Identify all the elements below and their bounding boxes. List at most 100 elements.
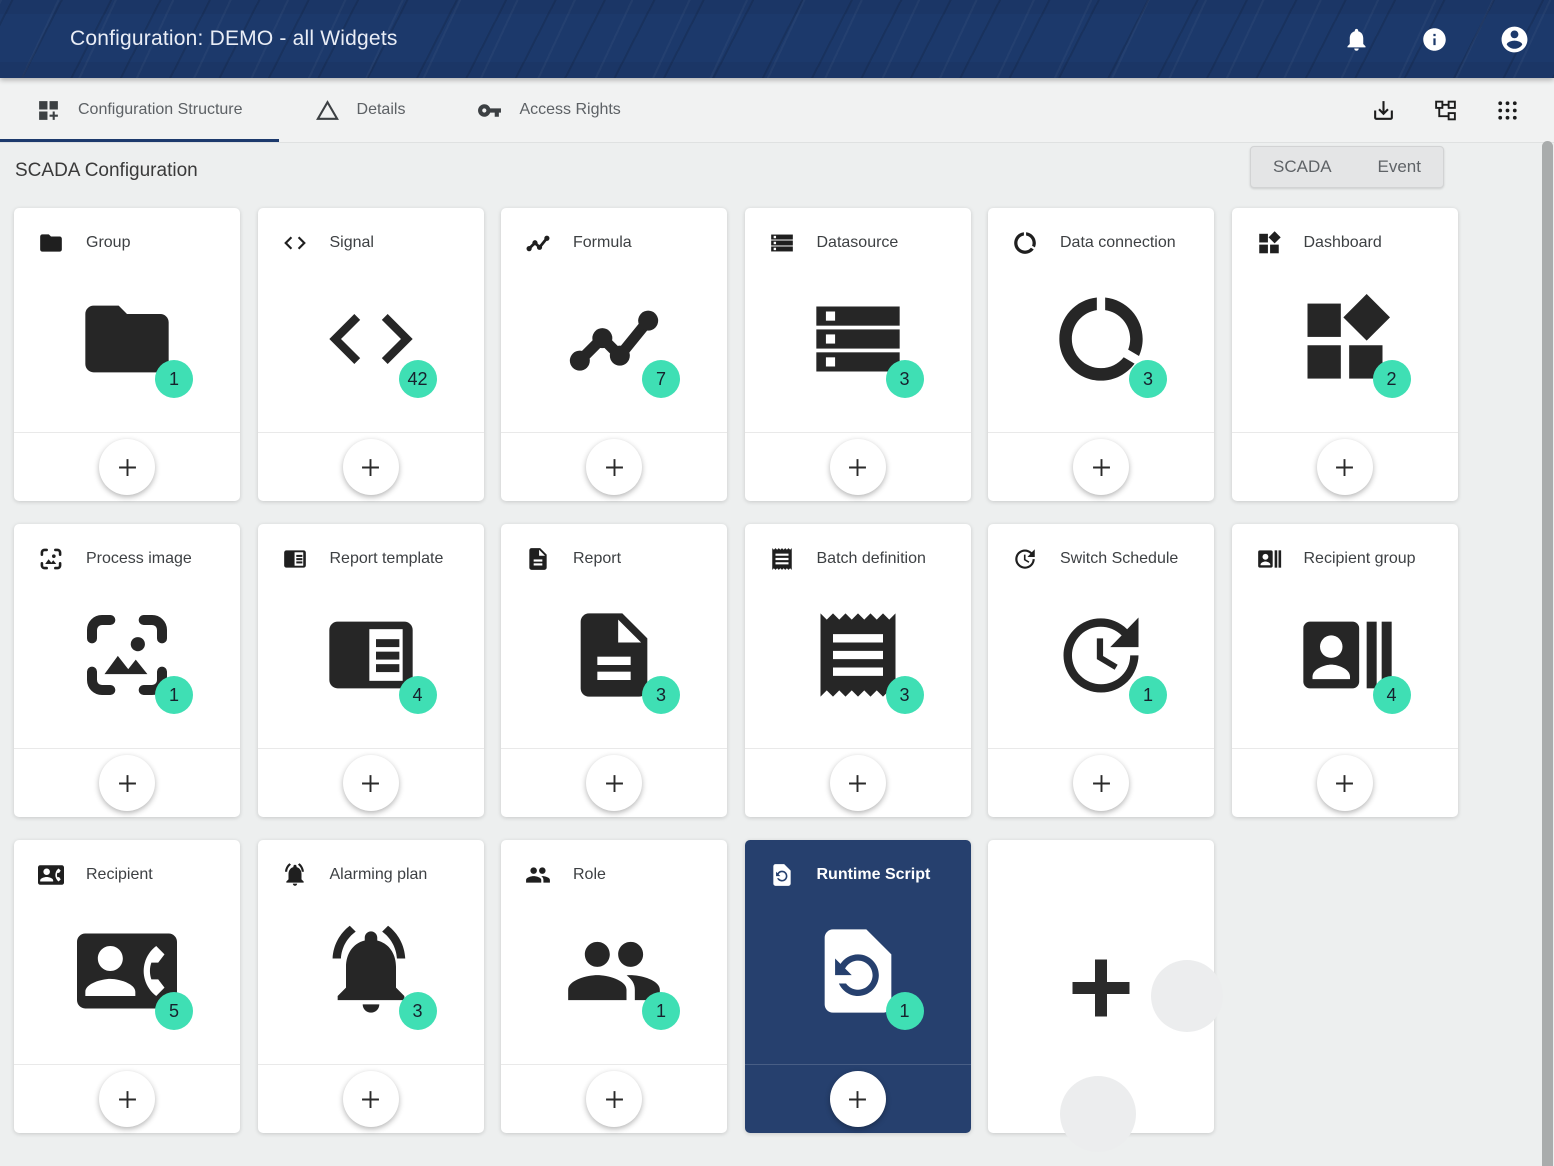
- card-group[interactable]: Group 1: [14, 208, 240, 501]
- scada-event-toggle[interactable]: SCADA Event: [1250, 146, 1444, 188]
- add-item-button[interactable]: [1317, 755, 1373, 811]
- add-item-button[interactable]: [1073, 439, 1129, 495]
- count-badge: 4: [1373, 676, 1411, 714]
- tab-configuration-structure[interactable]: Configuration Structure: [0, 78, 279, 142]
- card-recipient[interactable]: Recipient 5: [14, 840, 240, 1133]
- card-body: 7: [501, 208, 727, 433]
- count-badge: 7: [642, 360, 680, 398]
- count-badge: 3: [399, 992, 437, 1030]
- count-badge: 2: [1373, 360, 1411, 398]
- toggle-option-event[interactable]: Event: [1378, 157, 1421, 177]
- add-item-button[interactable]: [99, 755, 155, 811]
- section-title: SCADA Configuration: [15, 160, 198, 182]
- add-item-button[interactable]: [1317, 439, 1373, 495]
- sitemap-icon[interactable]: [1433, 98, 1458, 123]
- scada-configuration-app: Configuration: DEMO - all Widgets Config…: [0, 0, 1554, 1166]
- add-item-button[interactable]: [343, 755, 399, 811]
- card-footer: [258, 432, 484, 501]
- apps-grid-icon[interactable]: [1495, 98, 1520, 123]
- card-body: 3: [501, 524, 727, 749]
- card-body: 1: [14, 208, 240, 433]
- toggle-option-scada[interactable]: SCADA: [1273, 157, 1332, 177]
- count-badge: 3: [642, 676, 680, 714]
- count-badge: 1: [642, 992, 680, 1030]
- card-body: 42: [258, 208, 484, 433]
- card-footer: [14, 748, 240, 817]
- card-process-image[interactable]: Process image 1: [14, 524, 240, 817]
- card-switch-schedule[interactable]: Switch Schedule 1: [988, 524, 1214, 817]
- card-dashboard[interactable]: Dashboard 2: [1232, 208, 1458, 501]
- widget-grid: Group 1 Signal 42 Formula 7: [14, 208, 1458, 1133]
- card-body: 4: [258, 524, 484, 749]
- count-badge: 1: [1129, 676, 1167, 714]
- count-badge: 42: [399, 360, 437, 398]
- card-batch-definition[interactable]: Batch definition 3: [745, 524, 971, 817]
- tab-label: Configuration Structure: [78, 101, 243, 119]
- header-actions: [1343, 0, 1530, 78]
- tab-access-rights[interactable]: Access Rights: [441, 78, 656, 142]
- card-body: 1: [745, 840, 971, 1065]
- add-item-button[interactable]: [586, 755, 642, 811]
- add-item-button[interactable]: [343, 439, 399, 495]
- card-datasource[interactable]: Datasource 3: [745, 208, 971, 501]
- card-footer: [258, 748, 484, 817]
- card-alarming-plan[interactable]: Alarming plan 3: [258, 840, 484, 1133]
- add-item-button[interactable]: [99, 439, 155, 495]
- card-footer: [745, 432, 971, 501]
- add-item-button[interactable]: [99, 1071, 155, 1127]
- add-item-button[interactable]: [586, 439, 642, 495]
- bell-icon[interactable]: [1343, 26, 1370, 53]
- count-badge: 1: [886, 992, 924, 1030]
- dashboard-customize-icon: [36, 98, 61, 123]
- card-footer: [745, 748, 971, 817]
- card-body: 2: [1232, 208, 1458, 433]
- placeholder-circle: [1060, 1076, 1136, 1152]
- count-badge: 3: [886, 360, 924, 398]
- add-item-button[interactable]: [830, 439, 886, 495]
- card-body: 4: [1232, 524, 1458, 749]
- add-widget-card[interactable]: [988, 840, 1214, 1133]
- card-body: 1: [501, 840, 727, 1065]
- card-footer: [501, 748, 727, 817]
- placeholder-circle: [1151, 960, 1223, 1032]
- card-body: 3: [258, 840, 484, 1065]
- tab-label: Details: [357, 101, 406, 119]
- tab-actions: [1371, 78, 1520, 142]
- count-badge: 3: [1129, 360, 1167, 398]
- account-circle-icon[interactable]: [1499, 24, 1530, 55]
- count-badge: 1: [155, 360, 193, 398]
- count-badge: 4: [399, 676, 437, 714]
- plus-icon: [1065, 952, 1137, 1024]
- download-icon[interactable]: [1371, 98, 1396, 123]
- vertical-scrollbar[interactable]: [1542, 141, 1553, 1166]
- card-formula[interactable]: Formula 7: [501, 208, 727, 501]
- card-body: 3: [745, 524, 971, 749]
- key-icon: [477, 98, 502, 123]
- tab-details[interactable]: Details: [279, 78, 442, 142]
- count-badge: 1: [155, 676, 193, 714]
- info-icon[interactable]: [1421, 26, 1448, 53]
- card-body: 1: [988, 524, 1214, 749]
- add-item-button[interactable]: [586, 1071, 642, 1127]
- add-item-button[interactable]: [830, 755, 886, 811]
- card-footer: [501, 432, 727, 501]
- app-header: Configuration: DEMO - all Widgets: [0, 0, 1554, 78]
- add-item-button[interactable]: [1073, 755, 1129, 811]
- add-item-button[interactable]: [830, 1071, 886, 1127]
- card-footer: [1232, 432, 1458, 501]
- card-report-template[interactable]: Report template 4: [258, 524, 484, 817]
- card-footer: [501, 1064, 727, 1133]
- card-recipient-group[interactable]: Recipient group 4: [1232, 524, 1458, 817]
- card-footer: [14, 432, 240, 501]
- card-footer: [14, 1064, 240, 1133]
- card-body: 3: [745, 208, 971, 433]
- card-body: 3: [988, 208, 1214, 433]
- card-report[interactable]: Report 3: [501, 524, 727, 817]
- card-role[interactable]: Role 1: [501, 840, 727, 1133]
- card-runtime-script[interactable]: Runtime Script 1: [745, 840, 971, 1133]
- card-body: 1: [14, 524, 240, 749]
- add-item-button[interactable]: [343, 1071, 399, 1127]
- card-signal[interactable]: Signal 42: [258, 208, 484, 501]
- card-data-connection[interactable]: Data connection 3: [988, 208, 1214, 501]
- card-footer: [988, 432, 1214, 501]
